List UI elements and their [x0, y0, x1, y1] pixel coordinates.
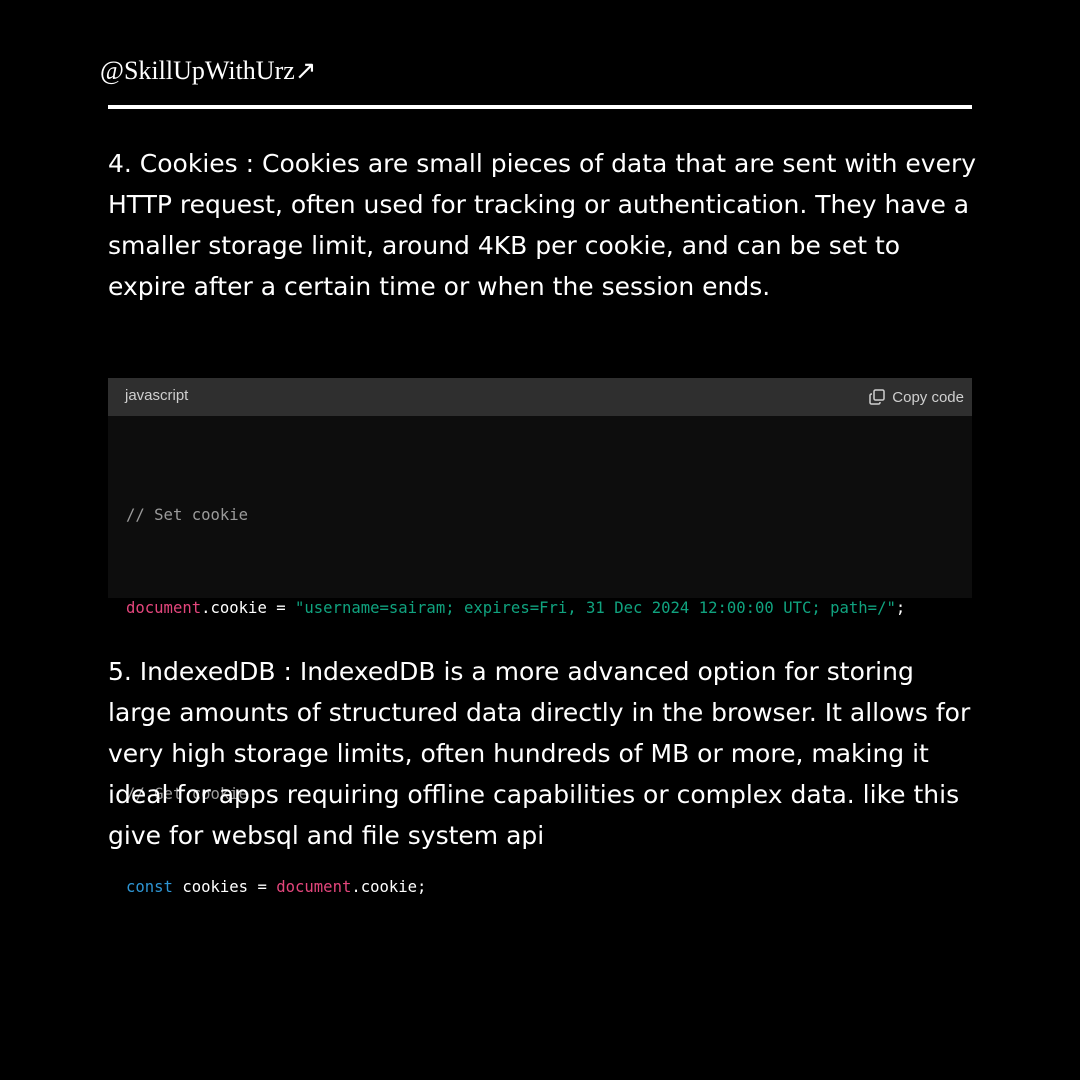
code-text: .cookie = — [201, 599, 295, 617]
code-text: ; — [895, 599, 906, 617]
cookies-paragraph: 4. Cookies : Cookies are small pieces of… — [108, 149, 977, 301]
code-block: javascript Copy code // Set cookie docum… — [108, 378, 972, 896]
code-comment: // Set cookie — [126, 506, 249, 524]
code-line: const cookies = document.cookie; — [126, 872, 905, 903]
indexeddb-paragraph: 5. IndexedDB : IndexedDB is a more advan… — [108, 657, 971, 850]
copy-code-label: Copy code — [892, 388, 964, 406]
code-line: document.cookie = "username=sairam; expi… — [126, 593, 905, 624]
author-handle: @SkillUpWithUrz↗ — [100, 56, 317, 85]
copy-code-button[interactable]: Copy code — [868, 385, 964, 409]
code-language-label: javascript — [125, 387, 189, 404]
code-line: // Set cookie — [126, 500, 905, 531]
code-object: document — [126, 599, 202, 617]
code-text: .cookie; — [351, 878, 427, 896]
header-divider — [108, 105, 972, 109]
code-object: document — [276, 878, 352, 896]
code-block-header: javascript Copy code — [108, 378, 972, 416]
copy-icon — [869, 389, 886, 405]
code-string: "username=sairam; expires=Fri, 31 Dec 20… — [295, 599, 896, 617]
code-keyword: const — [126, 878, 173, 896]
code-text: cookies = — [172, 878, 277, 896]
